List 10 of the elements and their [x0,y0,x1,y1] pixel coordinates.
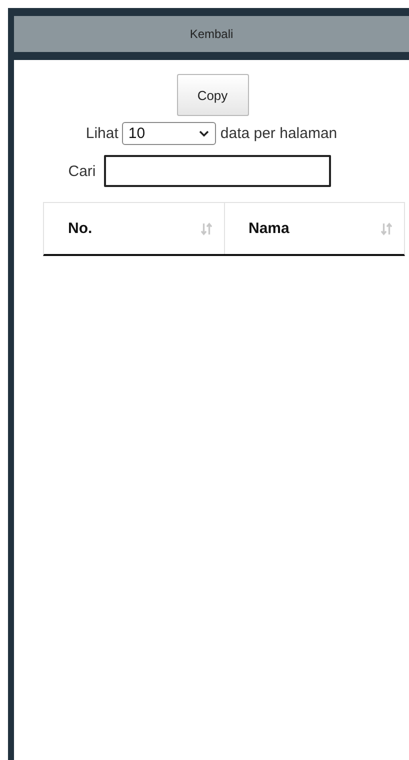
copy-button[interactable]: Copy [176,74,248,116]
column-header[interactable]: Nama [224,203,404,254]
length-suffix: data per halaman [220,125,338,142]
page-length-select[interactable]: 10 [122,122,216,145]
column-header[interactable]: No. [44,203,224,254]
chevron-icon [199,130,210,137]
search-field[interactable] [104,155,331,187]
search-label: Cari [68,162,96,180]
length-label: Lihat [86,125,118,142]
back-link[interactable]: Kembali [190,27,234,41]
